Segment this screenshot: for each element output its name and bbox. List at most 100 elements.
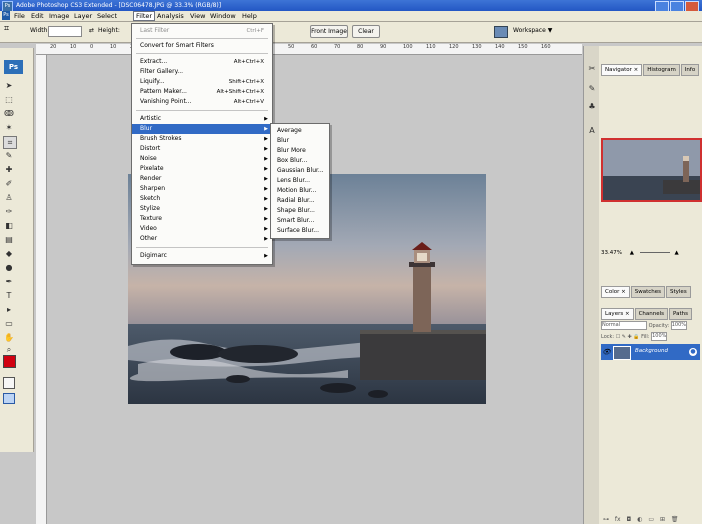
menu-item-noise[interactable]: Noise ▶ [132, 154, 272, 164]
move-tool-icon[interactable]: ➤ [3, 80, 15, 91]
character-icon[interactable]: A [587, 126, 597, 136]
dodge-tool-icon[interactable]: ● [3, 262, 15, 273]
tab-info[interactable]: Info [680, 64, 700, 76]
menu-item-vanishing-point[interactable]: Vanishing Point... Alt+Ctrl+V [132, 97, 272, 107]
menu-view[interactable]: View [188, 11, 207, 21]
layer-style-icon[interactable]: fx [615, 516, 621, 523]
menu-edit[interactable]: Edit [29, 11, 46, 21]
menu-item-convert-smart-filters[interactable]: Convert for Smart Filters [132, 41, 272, 51]
zoom-level[interactable]: 33.47% [601, 250, 622, 256]
tab-paths[interactable]: Paths [669, 308, 692, 320]
menu-item-filter-gallery[interactable]: Filter Gallery... [132, 67, 272, 77]
eraser-icon[interactable]: ◧ [3, 220, 15, 231]
menu-image[interactable]: Image [47, 11, 71, 21]
blend-mode-select[interactable]: Normal [601, 321, 647, 330]
screen-mode-icon[interactable] [3, 393, 15, 404]
hand-tool-icon[interactable]: ✋ [3, 332, 15, 343]
menu-item-box-blur[interactable]: Box Blur... [271, 156, 329, 166]
clear-button[interactable]: Clear [352, 25, 380, 38]
crop-tool-icon[interactable]: ⌗ [4, 24, 9, 34]
tab-layers[interactable]: Layers × [601, 308, 634, 320]
menu-item-digimarc[interactable]: Digimarc ▶ [132, 251, 272, 261]
menu-item-brush-strokes[interactable]: Brush Strokes ▶ [132, 134, 272, 144]
tab-histogram[interactable]: Histogram [643, 64, 680, 76]
menu-item-other[interactable]: Other ▶ [132, 234, 272, 244]
menu-item-last-filter[interactable]: Last Filter Ctrl+F [132, 26, 272, 36]
history-brush-icon[interactable]: ✑ [3, 206, 15, 217]
front-image-button[interactable]: Front Image [310, 25, 348, 38]
shape-tool-icon[interactable]: ▭ [3, 318, 15, 329]
opacity-field[interactable]: 100% [670, 321, 687, 330]
menu-item-sketch[interactable]: Sketch ▶ [132, 194, 272, 204]
type-tool-icon[interactable]: T [3, 290, 15, 301]
menu-item-average[interactable]: Average [271, 126, 329, 136]
path-selection-icon[interactable]: ▸ [3, 304, 15, 315]
zoom-tool-icon[interactable]: ⌕ [3, 344, 15, 355]
new-layer-icon[interactable]: ⊞ [660, 516, 665, 523]
gradient-tool-icon[interactable]: ▤ [3, 234, 15, 245]
menu-item-lens-blur[interactable]: Lens Blur... [271, 176, 329, 186]
clone-source-icon[interactable]: ♣ [587, 102, 597, 112]
zoom-in-icon[interactable]: ▲ [674, 250, 678, 256]
tool-presets-icon[interactable]: ✂ [587, 64, 597, 74]
new-group-icon[interactable]: ▭ [648, 516, 654, 523]
menu-item-texture[interactable]: Texture ▶ [132, 214, 272, 224]
pen-tool-icon[interactable]: ✒ [3, 276, 15, 287]
swap-icon[interactable]: ⇄ [89, 27, 94, 34]
menu-item-sharpen[interactable]: Sharpen ▶ [132, 184, 272, 194]
menu-window[interactable]: Window [208, 11, 238, 21]
menu-item-video[interactable]: Video ▶ [132, 224, 272, 234]
bridge-icon[interactable] [494, 26, 508, 38]
crop-tool-icon[interactable]: ⌗ [3, 136, 17, 149]
menu-file[interactable]: File [12, 11, 27, 21]
menu-item-pixelate[interactable]: Pixelate ▶ [132, 164, 272, 174]
menu-item-artistic[interactable]: Artistic ▶ [132, 114, 272, 124]
magic-wand-icon[interactable]: ✶ [3, 122, 15, 133]
tab-navigator[interactable]: Navigator × [601, 64, 643, 76]
lasso-tool-icon[interactable]: ↂ [3, 108, 15, 119]
menu-item-gaussian-blur[interactable]: Gaussian Blur... [271, 166, 329, 176]
link-layers-icon[interactable]: ⊶ [603, 516, 609, 523]
tab-color[interactable]: Color × [601, 286, 630, 298]
menu-item-smart-blur[interactable]: Smart Blur... [271, 216, 329, 226]
foreground-color-swatch[interactable] [3, 355, 16, 368]
menu-item-liquify[interactable]: Liquify... Shift+Ctrl+X [132, 77, 272, 87]
menu-item-surface-blur[interactable]: Surface Blur... [271, 226, 329, 236]
brushes-icon[interactable]: ✎ [587, 84, 597, 94]
visibility-eye-icon[interactable]: 👁 [602, 348, 611, 356]
menu-item-stylize[interactable]: Stylize ▶ [132, 204, 272, 214]
menu-item-pattern-maker[interactable]: Pattern Maker... Alt+Shift+Ctrl+X [132, 87, 272, 97]
menu-item-motion-blur[interactable]: Motion Blur... [271, 186, 329, 196]
zoom-out-icon[interactable]: ▲ [630, 250, 634, 256]
layer-mask-icon[interactable]: ◘ [627, 516, 632, 523]
adjustment-layer-icon[interactable]: ◐ [637, 516, 642, 523]
marquee-tool-icon[interactable]: ⬚ [3, 94, 15, 105]
trash-icon[interactable]: 🗑 [671, 516, 679, 523]
blur-tool-icon[interactable]: ◆ [3, 248, 15, 259]
menu-item-extract[interactable]: Extract... Alt+Ctrl+X [132, 57, 272, 67]
layer-row-background[interactable]: 👁 Background ● [601, 344, 700, 360]
width-field[interactable] [48, 26, 82, 37]
zoom-slider[interactable] [639, 252, 670, 253]
lock-icons[interactable]: ☐ ✎ ✚ 🔒 [616, 334, 640, 340]
menu-item-render[interactable]: Render ▶ [132, 174, 272, 184]
tab-styles[interactable]: Styles [666, 286, 691, 298]
menu-item-distort[interactable]: Distort ▶ [132, 144, 272, 154]
menu-item-blur[interactable]: Blur ▶ [132, 124, 272, 134]
tab-swatches[interactable]: Swatches [630, 286, 665, 298]
menu-filter[interactable]: Filter [133, 11, 156, 21]
menu-item-shape-blur[interactable]: Shape Blur... [271, 206, 329, 216]
healing-brush-icon[interactable]: ✚ [3, 164, 15, 175]
menu-select[interactable]: Select [95, 11, 119, 21]
navigator-preview[interactable] [601, 138, 702, 202]
clone-stamp-icon[interactable]: ♙ [3, 192, 15, 203]
tab-channels[interactable]: Channels [634, 308, 669, 320]
fill-field[interactable]: 100% [651, 332, 668, 341]
menu-help[interactable]: Help [240, 11, 259, 21]
workspace-menu[interactable]: Workspace ▼ [513, 27, 552, 34]
brush-tool-icon[interactable]: ✐ [3, 178, 15, 189]
menu-item-blur-more[interactable]: Blur More [271, 146, 329, 156]
quick-mask-icon[interactable] [3, 377, 15, 389]
menu-item-blur[interactable]: Blur [271, 136, 329, 146]
menu-analysis[interactable]: Analysis [155, 11, 186, 21]
